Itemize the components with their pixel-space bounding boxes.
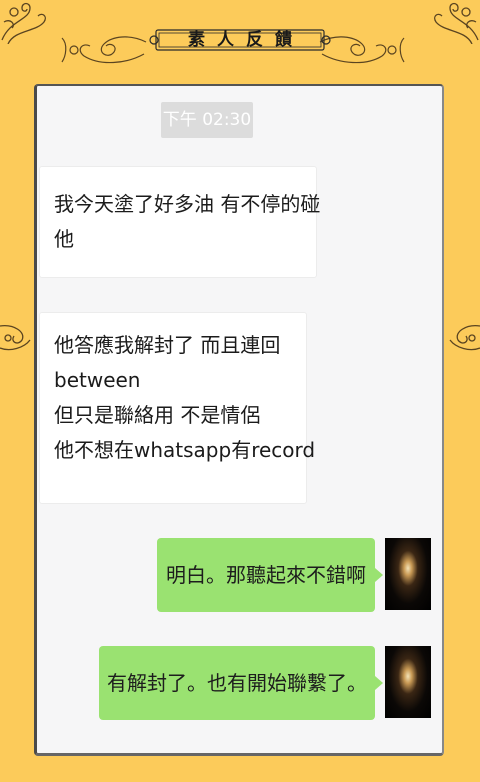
message-line: between [54,368,141,392]
message-timestamp: 下午 02:30 [161,102,253,138]
outgoing-message-bubble[interactable]: 明白。那聽起來不錯啊 [157,538,383,612]
outgoing-message-bubble[interactable]: 有解封了。也有開始聯繫了。 [99,646,383,720]
decorative-swirl-icon [430,0,480,44]
incoming-message-bubble[interactable]: 我今天塗了好多油 有不停的碰 他 [39,166,321,278]
message-line: 他答應我解封了 而且連回 [54,333,281,357]
message-line: 他不想在whatsapp有record [54,438,316,462]
page-title: 素人反饋 [188,30,304,50]
message-line: 他 [54,227,74,251]
message-line: 但只是聯絡用 不是情侶 [54,403,261,427]
incoming-message-bubble[interactable]: 他答應我解封了 而且連回 between 但只是聯絡用 不是情侶 他不想在wha… [39,312,316,504]
message-line: 我今天塗了好多油 有不停的碰 [54,192,321,216]
decorative-swirl-icon [0,0,50,44]
decorative-swirl-icon [60,30,148,70]
decorative-swirl-icon [444,318,480,358]
candle-avatar-icon[interactable] [385,646,431,718]
chat-panel[interactable]: 下午 02:30 我今天塗了好多油 有不停的碰 他 他答應我解封了 而且連回 b… [34,84,444,756]
decorative-swirl-icon [0,318,36,358]
candle-avatar-icon[interactable] [385,538,431,610]
title-banner: 素人反饋 [148,26,332,54]
